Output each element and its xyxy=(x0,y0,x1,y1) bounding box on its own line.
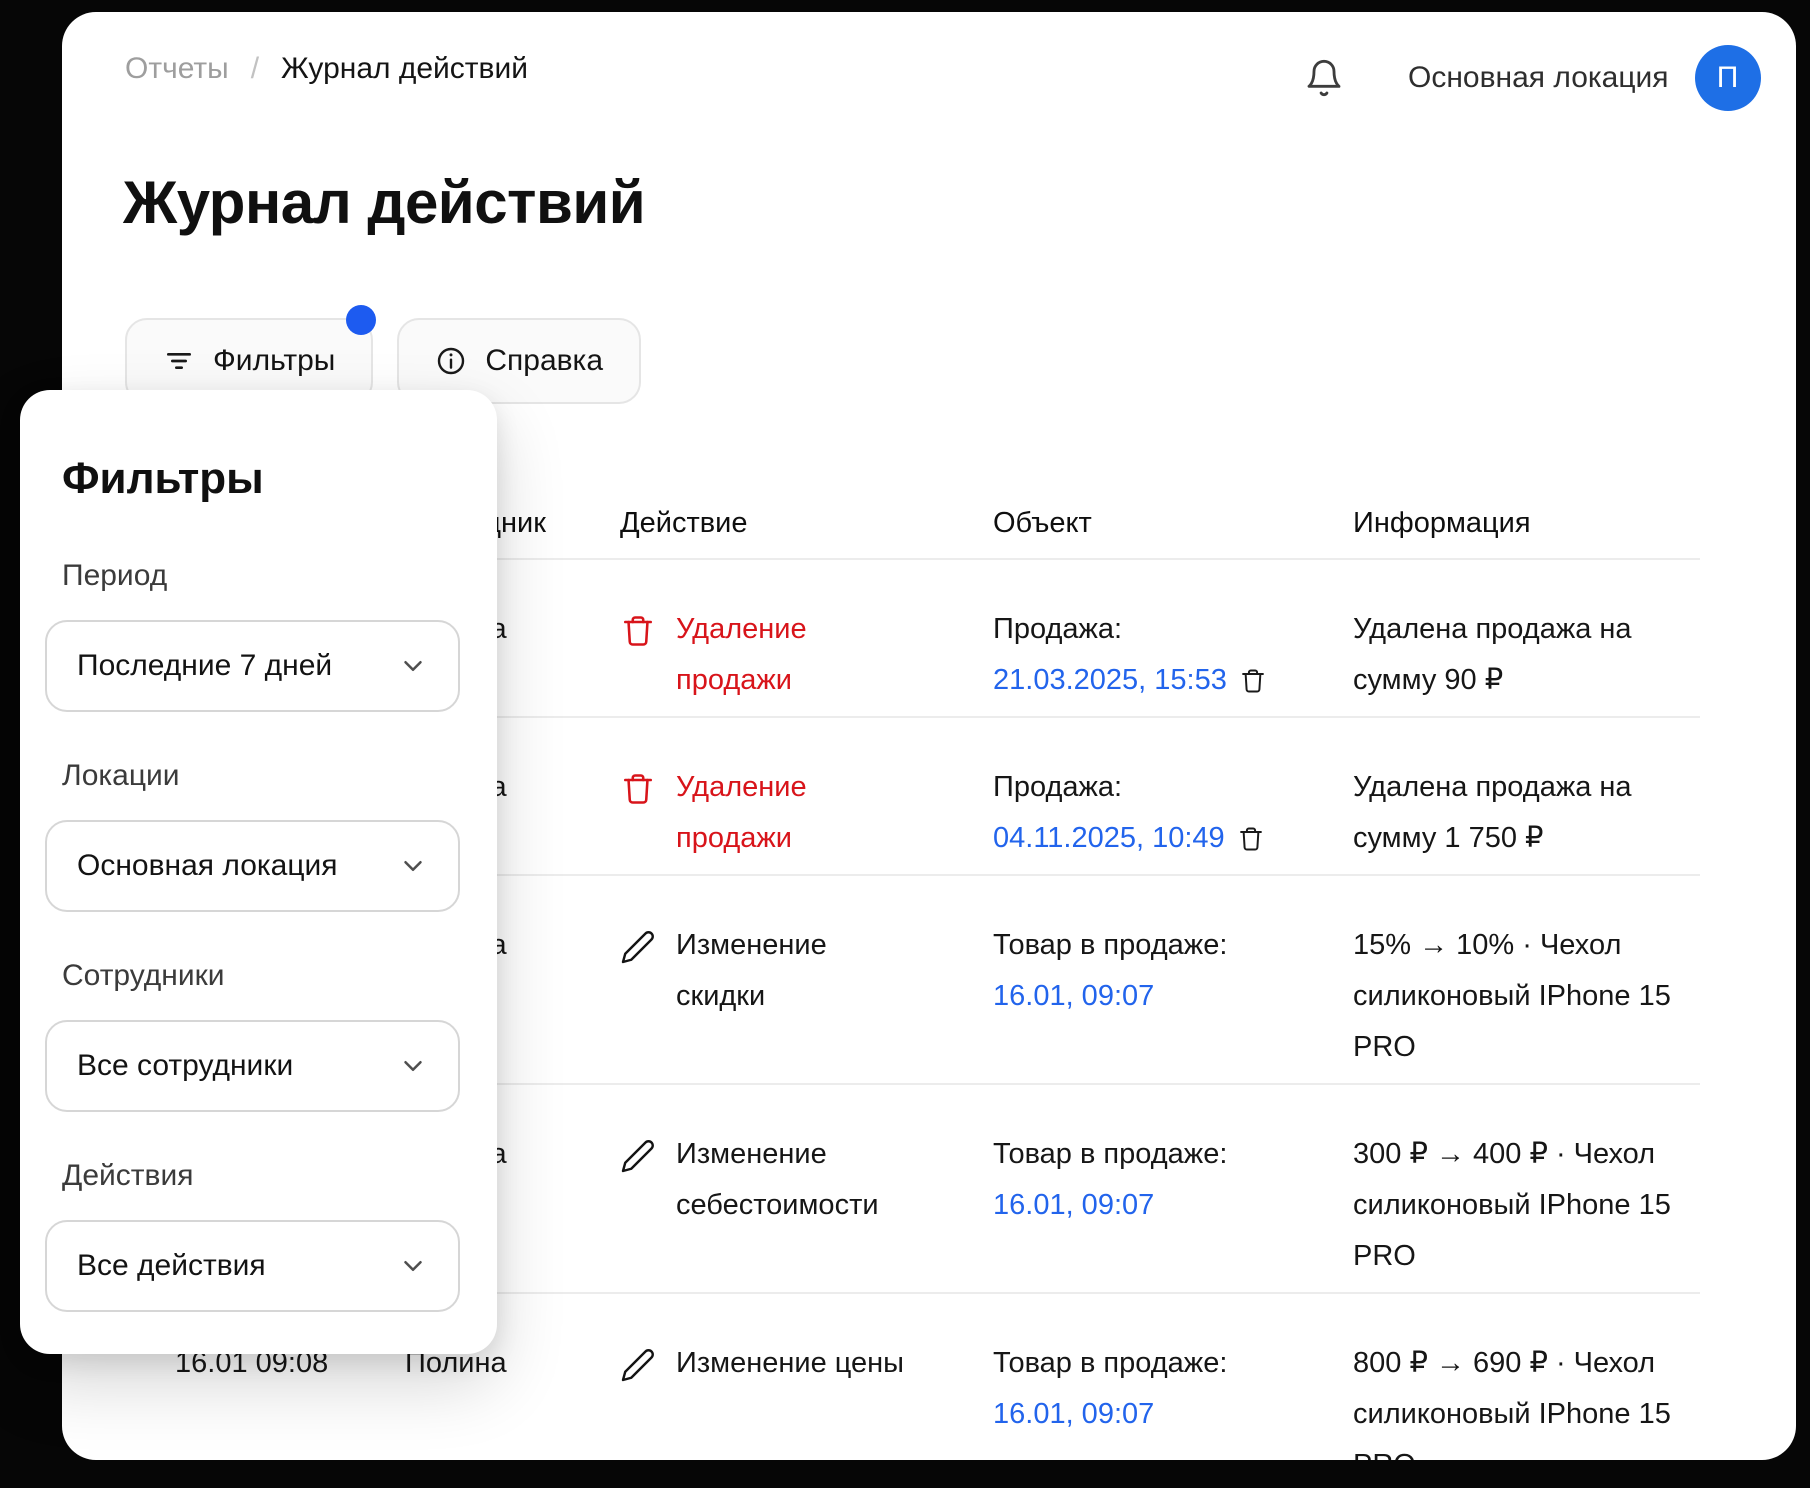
object-date-link[interactable]: 16.01, 09:07 xyxy=(993,971,1154,1022)
table-column-header: Объект xyxy=(993,507,1092,539)
action-label: Изменение цены xyxy=(676,1347,905,1379)
pencil-icon xyxy=(620,1138,656,1174)
filter-select-value: Все действия xyxy=(77,1249,266,1282)
filter-group-label: Действия xyxy=(62,1159,194,1192)
object-label: Товар в продаже: xyxy=(993,1138,1228,1170)
page-title: Журнал действий xyxy=(123,169,646,236)
cell-action: Изменение цены xyxy=(620,1338,993,1460)
topbar-right: Основная локация П xyxy=(1304,44,1761,112)
action-label: Удаление продажи xyxy=(676,613,807,696)
object-label: Продажа: xyxy=(993,771,1123,803)
deleted-trash-icon xyxy=(1239,667,1267,695)
location-switcher[interactable]: Основная локация xyxy=(1408,61,1669,95)
cell-action: Удаление продажи xyxy=(620,604,993,706)
filter-group: Локации Основная локация xyxy=(45,758,460,912)
object-date-link[interactable]: 16.01, 09:07 xyxy=(993,1180,1154,1231)
filter-select-value: Основная локация xyxy=(77,849,338,882)
cell-action: Изменение скидки xyxy=(620,920,993,1073)
avatar[interactable]: П xyxy=(1694,45,1761,111)
trash-icon xyxy=(620,771,656,807)
chevron-down-icon xyxy=(398,1051,428,1081)
filter-select-value: Все сотрудники xyxy=(77,1049,294,1082)
table-column-header: Информация xyxy=(1353,507,1531,539)
filters-button-label: Фильтры xyxy=(213,344,336,377)
pencil-icon xyxy=(620,1347,656,1383)
cell-object: Продажа: 21.03.2025, 15:53 xyxy=(993,604,1353,706)
chevron-down-icon xyxy=(398,851,428,881)
filter-group-label: Сотрудники xyxy=(62,959,225,992)
cell-employee: Полина xyxy=(405,1347,507,1379)
action-label: Изменение скидки xyxy=(676,929,827,1012)
chevron-down-icon xyxy=(398,1251,428,1281)
object-date-link[interactable]: 16.01, 09:07 xyxy=(993,1389,1154,1440)
filter-group: Период Последние 7 дней xyxy=(45,558,460,712)
cell-action: Изменение себестоимости xyxy=(620,1129,993,1282)
filter-group: Действия Все действия xyxy=(45,1158,460,1312)
trash-icon xyxy=(620,613,656,649)
cell-info: 300 ₽ → 400 ₽ · Чехол силиконовый IPhone… xyxy=(1353,1138,1671,1272)
cell-object: Продажа: 04.11.2025, 10:49 xyxy=(993,762,1353,864)
pencil-icon xyxy=(620,929,656,965)
cell-info: 15% → 10% · Чехол силиконовый IPhone 15 … xyxy=(1353,929,1671,1063)
cell-info: Удалена продажа на сумму 90 ₽ xyxy=(1353,613,1632,696)
breadcrumb-current: Журнал действий xyxy=(281,52,528,85)
filters-panel-groups: Период Последние 7 дней Локации Основная… xyxy=(45,558,460,1312)
filter-group-label: Локации xyxy=(62,759,180,792)
filter-select[interactable]: Последние 7 дней xyxy=(45,620,460,712)
chevron-down-icon xyxy=(398,651,428,681)
deleted-trash-icon xyxy=(1237,825,1265,853)
object-label: Продажа: xyxy=(993,613,1123,645)
action-label: Изменение себестоимости xyxy=(676,1138,879,1221)
filters-active-badge xyxy=(346,305,377,335)
filter-group-label: Период xyxy=(62,559,168,592)
filters-panel-title: Фильтры xyxy=(62,454,264,503)
cell-date: 16.01 09:08 xyxy=(175,1347,329,1379)
cell-object: Товар в продаже: 16.01, 09:07 xyxy=(993,920,1353,1073)
object-label: Товар в продаже: xyxy=(993,929,1228,961)
object-label: Товар в продаже: xyxy=(993,1347,1228,1379)
filter-group: Сотрудники Все сотрудники xyxy=(45,958,460,1112)
info-icon xyxy=(435,345,467,377)
filter-select-value: Последние 7 дней xyxy=(77,649,333,682)
breadcrumb-separator: / xyxy=(250,52,260,85)
cell-info: 800 ₽ → 690 ₽ · Чехол силиконовый IPhone… xyxy=(1353,1347,1671,1460)
bell-icon[interactable] xyxy=(1304,58,1344,98)
table-column-header: Действие xyxy=(620,507,748,539)
object-date-link[interactable]: 21.03.2025, 15:53 xyxy=(993,655,1227,706)
filters-panel: Фильтры Период Последние 7 дней Локации … xyxy=(20,390,497,1354)
cell-object: Товар в продаже: 16.01, 09:07 xyxy=(993,1129,1353,1282)
help-button-label: Справка xyxy=(485,344,604,377)
cell-action: Удаление продажи xyxy=(620,762,993,864)
breadcrumb: Отчеты / Журнал действий xyxy=(125,52,528,86)
action-label: Удаление продажи xyxy=(676,771,807,854)
breadcrumb-section[interactable]: Отчеты xyxy=(125,52,229,86)
cell-info: Удалена продажа на сумму 1 750 ₽ xyxy=(1353,771,1632,854)
object-date-link[interactable]: 04.11.2025, 10:49 xyxy=(993,813,1225,864)
filter-select[interactable]: Все действия xyxy=(45,1220,460,1312)
filter-select[interactable]: Основная локация xyxy=(45,820,460,912)
filter-select[interactable]: Все сотрудники xyxy=(45,1020,460,1112)
cell-object: Товар в продаже: 16.01, 09:07 xyxy=(993,1338,1353,1460)
filter-icon xyxy=(163,345,195,377)
